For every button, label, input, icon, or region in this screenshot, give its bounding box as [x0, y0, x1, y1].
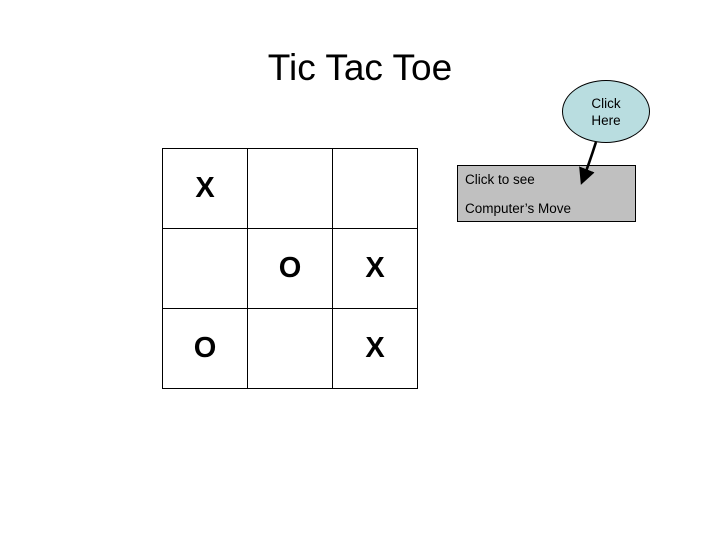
board-cell-r1c1[interactable]: X — [162, 148, 248, 229]
oval-line-1: Click — [591, 95, 621, 111]
table-row: X — [162, 148, 418, 229]
board-cell-r1c3[interactable] — [332, 148, 418, 229]
tic-tac-toe-grid[interactable]: X O X O X — [162, 148, 418, 389]
board-cell-r1c2[interactable] — [247, 148, 333, 229]
click-here-oval[interactable]: Click Here — [562, 80, 650, 143]
callout-line-1: Click to see — [465, 172, 535, 187]
board-cell-r2c3[interactable]: X — [332, 228, 418, 309]
board-cell-r2c2[interactable]: O — [247, 228, 333, 309]
callout-line-2: Computer’s Move — [465, 201, 572, 216]
slide-canvas: Tic Tac Toe X O X O X Click to see Compu… — [0, 0, 720, 540]
board-cell-r2c1[interactable] — [162, 228, 248, 309]
board-cell-r3c2[interactable] — [247, 308, 333, 389]
table-row: O X — [162, 228, 418, 309]
board-cell-r3c3[interactable]: X — [332, 308, 418, 389]
table-row: O X — [162, 308, 418, 389]
oval-line-2: Here — [591, 112, 621, 128]
board-cell-r3c1[interactable]: O — [162, 308, 248, 389]
